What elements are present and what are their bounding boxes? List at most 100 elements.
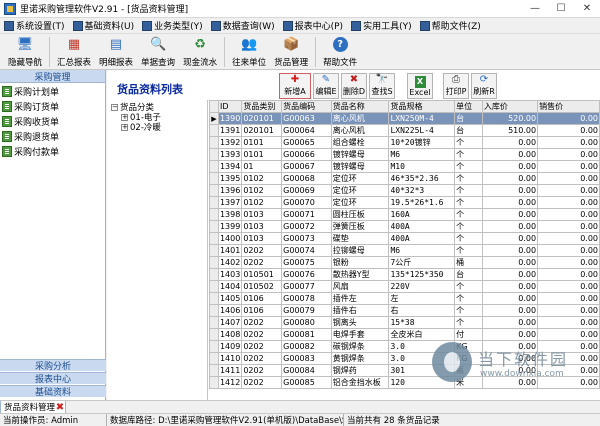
col-header-sale-price[interactable]: 销售价 [537, 100, 600, 113]
cell-sale-price[interactable]: 0.00 [537, 280, 600, 293]
cell-code[interactable]: G00064 [281, 124, 332, 137]
nav-item-purchase-return[interactable]: 采购退货单 [0, 129, 105, 144]
menu-business[interactable]: 业务类型(Y) [138, 18, 207, 34]
cell-category[interactable]: 0103 [241, 208, 283, 221]
cell-name[interactable]: 钢离头 [330, 316, 390, 329]
cell-code[interactable]: G00077 [281, 280, 332, 293]
help-button[interactable]: ? 帮助文件 [319, 34, 361, 69]
edit-button[interactable]: ✎ 编辑E [313, 73, 339, 99]
cell-name[interactable]: 电焊手套 [330, 328, 390, 341]
menu-tools[interactable]: 实用工具(Y) [347, 18, 416, 34]
table-row[interactable]: 1394 01 G00067 镀锌螺母 M10 个 0.00 0.00 [209, 160, 600, 173]
cell-category[interactable]: 010502 [241, 280, 283, 293]
cell-name[interactable]: 散热器Y型 [330, 268, 390, 281]
table-row[interactable]: 1406 0106 G00079 插件右右个 0.00 0.00 [209, 304, 600, 317]
table-row[interactable]: 1408 0202 G00081 电焊手套 全皮米白付 0.00 0.00 [209, 328, 600, 341]
cell-id[interactable]: 1402 [217, 256, 243, 269]
row-indicator[interactable]: ▶ [209, 112, 219, 125]
table-row[interactable]: 1396 0102 G00069 定位环 40*32*3 个 0.00 0.00 [209, 184, 600, 197]
cell-name[interactable]: 风扇 [330, 280, 390, 293]
cell-spec[interactable]: 7公斤 [388, 256, 456, 269]
cell-category[interactable]: 010501 [241, 268, 283, 281]
cell-spec[interactable]: M10 [388, 160, 456, 173]
table-row[interactable]: 1402 0202 G00075 银粉 7公斤桶 0.00 0.00 [209, 256, 600, 269]
cell-in-price[interactable]: 0.00 [481, 184, 539, 197]
cell-category[interactable]: 0202 [241, 340, 283, 353]
cell-in-price[interactable]: 510.00 [481, 124, 539, 137]
cell-in-price[interactable]: 0.00 [481, 172, 539, 185]
cell-in-price[interactable]: 0.00 [481, 148, 539, 161]
row-indicator[interactable] [209, 376, 219, 389]
cell-category[interactable]: 01 [241, 160, 283, 173]
table-row[interactable]: 1398 0103 G00071 圆柱压板 160A 个 0.00 0.00 [209, 208, 600, 221]
cell-category[interactable]: 020101 [241, 124, 283, 137]
col-header-id[interactable]: ID [217, 100, 243, 113]
nav-item-purchase-payment[interactable]: 采购付款单 [0, 144, 105, 159]
cell-name[interactable]: 插件右 [330, 304, 390, 317]
cell-category[interactable]: 0101 [241, 148, 283, 161]
cell-category[interactable]: 0102 [241, 196, 283, 209]
cell-name[interactable]: 弹簧压板 [330, 220, 390, 233]
contacts-button[interactable]: 👥 往来单位 [228, 34, 270, 69]
cell-code[interactable]: G00085 [281, 376, 332, 389]
row-indicator[interactable] [209, 340, 219, 353]
cell-id[interactable]: 1396 [217, 184, 243, 197]
cell-id[interactable]: 1411 [217, 364, 243, 377]
table-row[interactable]: 1401 0202 G00074 拉铆螺母 M6 个 0.00 0.00 [209, 244, 600, 257]
cell-category[interactable]: 0202 [241, 364, 283, 377]
cell-in-price[interactable]: 0.00 [481, 292, 539, 305]
cell-id[interactable]: 1391 [217, 124, 243, 137]
cell-sale-price[interactable]: 0.00 [537, 208, 600, 221]
cell-code[interactable]: G00081 [281, 328, 332, 341]
nav-item-purchase-plan[interactable]: 采购计划单 [0, 84, 105, 99]
cell-code[interactable]: G00063 [281, 112, 332, 125]
row-indicator[interactable] [209, 268, 219, 281]
cell-unit[interactable]: 个 [454, 280, 483, 293]
cell-in-price[interactable]: 0.00 [481, 208, 539, 221]
cell-id[interactable]: 1404 [217, 280, 243, 293]
table-row[interactable]: ▶ 1390 020101 G00063 离心风机 LXN250M-4 台 520.00 0.0… [209, 112, 600, 125]
cell-id[interactable]: 1398 [217, 208, 243, 221]
cell-category[interactable]: 0106 [241, 292, 283, 305]
table-row[interactable]: 1404 010502 G00077 风扇 220V 个 0.00 0.00 [209, 280, 600, 293]
cell-code[interactable]: G00082 [281, 340, 332, 353]
row-indicator[interactable] [209, 208, 219, 221]
cell-spec[interactable]: 160A [388, 208, 456, 221]
hide-nav-button[interactable]: 🖥 隐藏导航 [4, 34, 46, 69]
cell-sale-price[interactable]: 0.00 [537, 232, 600, 245]
cell-in-price[interactable]: 0.00 [481, 256, 539, 269]
cell-name[interactable]: 圆柱压板 [330, 208, 390, 221]
row-indicator[interactable] [209, 172, 219, 185]
cell-code[interactable]: G00074 [281, 244, 332, 257]
excel-button[interactable]: X Excel [407, 73, 433, 99]
cell-spec[interactable]: 全皮米白 [388, 328, 456, 341]
minimize-button[interactable]: — [522, 0, 548, 18]
cell-unit[interactable]: 个 [454, 160, 483, 173]
cell-category[interactable]: 0101 [241, 136, 283, 149]
row-indicator[interactable] [209, 364, 219, 377]
cell-unit[interactable]: 个 [454, 244, 483, 257]
add-button[interactable]: ✚ 新增A [279, 73, 311, 99]
cell-unit[interactable]: 个 [454, 148, 483, 161]
cell-category[interactable]: 0103 [241, 220, 283, 233]
cell-unit[interactable]: 个 [454, 208, 483, 221]
table-row[interactable]: 1395 0102 G00068 定位环 46*35*2.36 个 0.00 0.00 [209, 172, 600, 185]
menu-basic-data[interactable]: 基础资料(U) [69, 18, 139, 34]
cell-id[interactable]: 1408 [217, 328, 243, 341]
cell-category[interactable]: 0202 [241, 352, 283, 365]
print-button[interactable]: ⎙ 打印P [443, 73, 469, 99]
cell-code[interactable]: G00075 [281, 256, 332, 269]
cell-in-price[interactable]: 0.00 [481, 136, 539, 149]
close-button[interactable]: ✕ [574, 0, 600, 18]
cell-unit[interactable]: 台 [454, 112, 483, 125]
cell-id[interactable]: 1394 [217, 160, 243, 173]
cell-name[interactable]: 碳钢焊条 [330, 340, 390, 353]
cell-name[interactable]: 镀锌螺母 [330, 160, 390, 173]
cell-sale-price[interactable]: 0.00 [537, 136, 600, 149]
cell-in-price[interactable]: 0.00 [481, 160, 539, 173]
table-row[interactable]: 1391 020101 G00064 离心风机 LXN225L-4 台 510.00 0.00 [209, 124, 600, 137]
cell-in-price[interactable]: 0.00 [481, 244, 539, 257]
cash-flow-button[interactable]: ♻ 现金流水 [179, 34, 221, 69]
row-indicator[interactable] [209, 220, 219, 233]
row-indicator[interactable] [209, 160, 219, 173]
